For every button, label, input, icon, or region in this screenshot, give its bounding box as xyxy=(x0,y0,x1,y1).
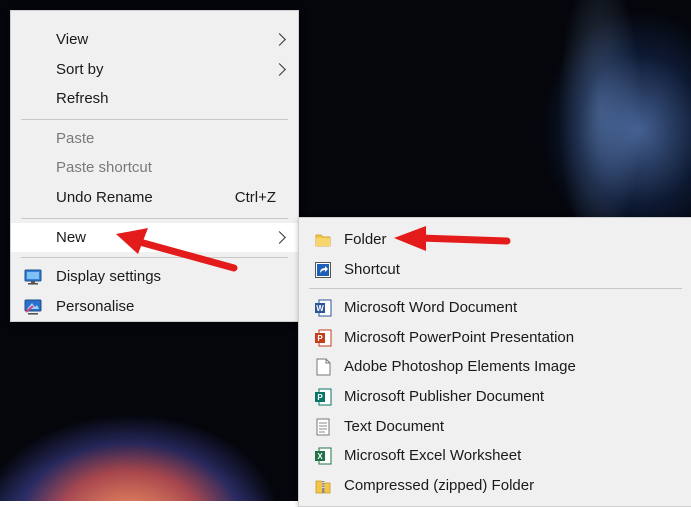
svg-text:P: P xyxy=(317,393,323,402)
submenu-item-label: Microsoft Publisher Document xyxy=(344,387,545,405)
shortcut-icon xyxy=(315,261,331,278)
menu-item-label: New xyxy=(56,228,87,246)
menu-item-label: Paste xyxy=(56,129,95,147)
keyboard-shortcut: Ctrl+Z xyxy=(234,188,276,206)
text-document-icon xyxy=(316,418,330,436)
annotation-arrow-new xyxy=(116,228,238,272)
chevron-right-icon xyxy=(273,62,286,76)
submenu-item-shortcut[interactable]: Shortcut xyxy=(299,255,691,285)
svg-text:X: X xyxy=(317,452,323,461)
menu-item-label: Refresh xyxy=(56,90,109,108)
personalise-icon xyxy=(24,299,42,315)
submenu-item-label: Microsoft Word Document xyxy=(344,299,518,317)
submenu-item-photoshop-elements-image[interactable]: Adobe Photoshop Elements Image xyxy=(299,352,691,382)
menu-item-undo-rename[interactable]: Undo Rename Ctrl+Z xyxy=(11,183,298,213)
menu-item-label: Sort by xyxy=(56,60,104,78)
svg-text:P: P xyxy=(317,334,323,343)
submenu-item-publisher-document[interactable]: P Microsoft Publisher Document xyxy=(299,382,691,412)
menu-separator xyxy=(309,288,682,290)
submenu-item-excel-worksheet[interactable]: X Microsoft Excel Worksheet xyxy=(299,441,691,471)
excel-icon: X xyxy=(315,447,332,465)
folder-icon xyxy=(315,234,331,247)
powerpoint-icon: P xyxy=(315,329,332,347)
submenu-item-label: Text Document xyxy=(344,417,445,435)
submenu-item-label: Microsoft Excel Worksheet xyxy=(344,447,522,465)
submenu-item-label: Microsoft PowerPoint Presentation xyxy=(344,328,575,346)
menu-item-refresh[interactable]: Refresh xyxy=(11,84,298,114)
menu-item-personalise[interactable]: Personalise xyxy=(11,292,298,322)
submenu-item-powerpoint-presentation[interactable]: P Microsoft PowerPoint Presentation xyxy=(299,323,691,353)
chevron-right-icon xyxy=(273,33,286,46)
submenu-item-word-document[interactable]: W Microsoft Word Document xyxy=(299,293,691,323)
annotation-arrow-folder xyxy=(394,226,511,251)
menu-item-paste[interactable]: Paste xyxy=(11,124,298,154)
chevron-right-icon xyxy=(273,230,286,244)
word-icon: W xyxy=(315,299,332,317)
submenu-item-label: Adobe Photoshop Elements Image xyxy=(344,358,576,376)
menu-item-label: Personalise xyxy=(56,297,135,315)
submenu-item-label: Shortcut xyxy=(344,260,400,278)
svg-text:W: W xyxy=(316,304,324,313)
zip-folder-icon xyxy=(315,480,331,494)
submenu-item-label: Compressed (zipped) Folder xyxy=(344,476,535,494)
submenu-item-label: Folder xyxy=(344,231,387,248)
submenu-item-zipped-folder[interactable]: Compressed (zipped) Folder xyxy=(299,471,691,501)
blank-document-icon xyxy=(316,358,331,376)
menu-item-sort-by[interactable]: Sort by xyxy=(11,55,298,85)
publisher-icon: P xyxy=(315,388,332,406)
menu-item-label: View xyxy=(56,31,89,48)
menu-item-paste-shortcut[interactable]: Paste shortcut xyxy=(11,153,298,183)
submenu-item-text-document[interactable]: Text Document xyxy=(299,412,691,442)
menu-item-label: Undo Rename xyxy=(56,188,153,206)
new-submenu: Folder Shortcut W Microsoft Word Documen… xyxy=(298,217,691,507)
display-icon xyxy=(24,269,42,285)
menu-item-view[interactable]: View xyxy=(11,25,298,55)
menu-separator xyxy=(21,118,288,120)
menu-item-label: Paste shortcut xyxy=(56,159,152,177)
menu-separator xyxy=(21,217,288,219)
